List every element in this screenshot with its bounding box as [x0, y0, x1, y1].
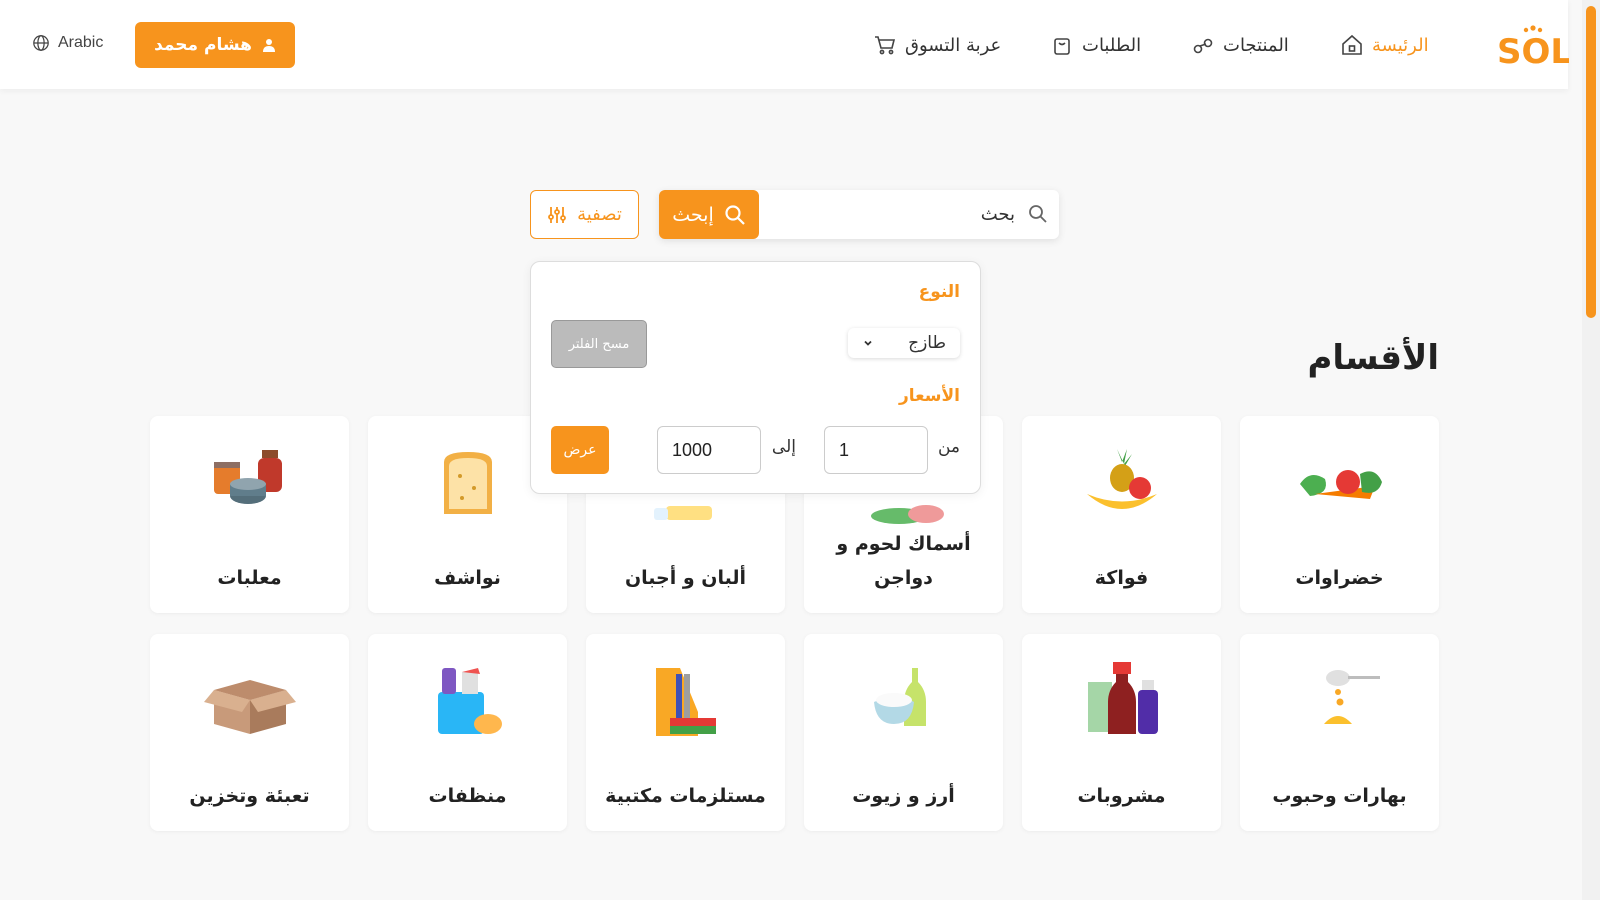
price-label: الأسعار [899, 386, 960, 406]
show-results-button[interactable]: عرض [551, 426, 609, 474]
category-label: خضراوات [1295, 567, 1384, 589]
sol-logo[interactable]: SOL [1497, 19, 1569, 69]
nav-products-label: المنتجات [1223, 34, 1289, 56]
category-label: فواكة [1094, 567, 1149, 589]
cleaners-icon [438, 668, 502, 734]
nav-home-label: الرئيسة [1372, 34, 1429, 56]
scrollbar-thumb[interactable] [1586, 6, 1596, 318]
category-card-vegetables[interactable]: خضراوات [1240, 416, 1439, 613]
user-icon [262, 39, 275, 52]
nav-products[interactable]: المنتجات [1191, 30, 1289, 60]
box-icon [204, 680, 296, 734]
language-label: Arabic [58, 34, 104, 51]
category-label: معلبات [217, 567, 282, 589]
type-select-value: طازج [908, 333, 946, 353]
globe-icon [33, 35, 49, 51]
search-button[interactable]: إبحث [659, 190, 759, 239]
type-select[interactable]: طازج [848, 328, 960, 358]
category-label: مستلزمات مكتبية [605, 785, 766, 807]
price-to-input[interactable] [657, 426, 761, 474]
home-icon [1342, 34, 1362, 55]
category-label: منظفات [428, 785, 507, 807]
category-card-fruits[interactable]: فواكة [1022, 416, 1221, 613]
category-label: ألبان و أجبان [624, 567, 747, 589]
search-input[interactable] [785, 190, 1015, 239]
price-to-label: إلى [771, 437, 796, 457]
category-label: أرز و زيوت [852, 785, 955, 807]
filter-button-label: تصفية [577, 204, 622, 225]
bread-icon [444, 452, 492, 514]
products-icon [1193, 38, 1213, 54]
category-card-office[interactable]: مستلزمات مكتبية [586, 634, 785, 831]
nav-home[interactable]: الرئيسة [1340, 30, 1429, 60]
nav-cart-label: عربة التسوق [905, 34, 1002, 56]
office-supplies-icon [656, 668, 716, 736]
filter-panel: النوع طازج مسح الفلتر الأسعار من إلى عرض [530, 261, 981, 494]
nav-orders[interactable]: الطلبات [1050, 30, 1141, 60]
user-account-button[interactable]: هشام محمد [135, 22, 295, 68]
orders-bag-icon [1054, 38, 1070, 55]
category-card-canned[interactable]: معلبات [150, 416, 349, 613]
category-card-packaging[interactable]: تعبئة وتخزين [150, 634, 349, 831]
search-button-label: إبحث [672, 203, 714, 226]
user-name: هشام محمد [154, 35, 252, 55]
spices-icon [1324, 670, 1380, 724]
nav-cart[interactable]: عربة التسوق [873, 30, 1001, 60]
search-field-icon [1029, 205, 1047, 223]
type-label: النوع [918, 282, 960, 302]
filter-button[interactable]: تصفية [530, 190, 639, 239]
vegetables-icon [1300, 470, 1382, 499]
price-from-label: من [937, 437, 960, 457]
category-label: نواشف [434, 567, 501, 589]
drinks-icon [1088, 662, 1158, 734]
category-card-spices[interactable]: بهارات وحبوب [1240, 634, 1439, 831]
category-card-drinks[interactable]: مشروبات [1022, 634, 1221, 831]
language-switcher[interactable]: Arabic [32, 34, 103, 52]
fruits-icon [1087, 449, 1157, 509]
category-label: بهارات وحبوب [1272, 785, 1407, 807]
sliders-icon [548, 206, 566, 223]
price-from-input[interactable] [824, 426, 928, 474]
nav-orders-label: الطلبات [1082, 34, 1142, 56]
category-label: أسماك لحوم و دواجن [836, 533, 971, 589]
chevron-down-icon [864, 340, 872, 346]
cart-icon [875, 36, 896, 55]
category-label: مشروبات [1077, 785, 1166, 807]
scrollbar[interactable] [1582, 0, 1600, 900]
logo-text: SOL [1497, 32, 1569, 69]
category-label: تعبئة وتخزين [189, 785, 310, 807]
canned-food-icon [214, 450, 282, 504]
categories-title: الأقسام [1307, 338, 1439, 378]
rice-oil-icon [874, 668, 926, 726]
top-navbar: SOL الرئيسة المنتجات الطلبات عربة التسوق… [0, 0, 1569, 89]
search-icon [725, 204, 745, 225]
category-card-rice-oil[interactable]: أرز و زيوت [804, 634, 1003, 831]
clear-filter-button[interactable]: مسح الفلتر [551, 320, 647, 368]
search-bar: إبحث [659, 190, 1059, 239]
category-card-cleaners[interactable]: منظفات [368, 634, 567, 831]
